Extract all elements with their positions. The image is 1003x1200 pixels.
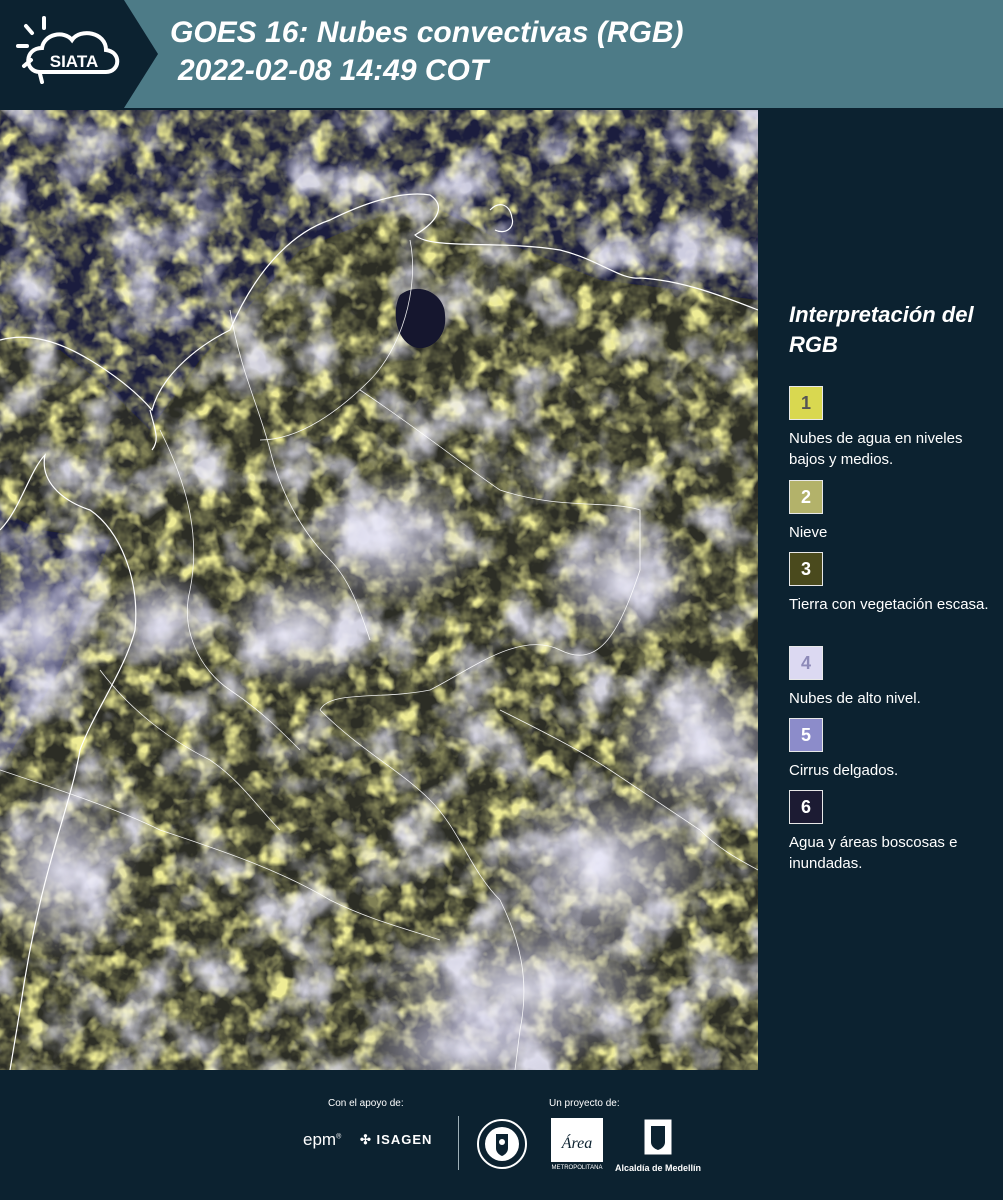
satellite-image <box>0 110 758 1070</box>
legend-swatch-3: 3 <box>789 552 823 586</box>
legend-swatch-2: 2 <box>789 480 823 514</box>
legend-swatch-4: 4 <box>789 646 823 680</box>
legend-item-3: 3 Tierra con vegetación escasa. <box>789 552 999 615</box>
satellite-map-svg <box>0 110 758 1070</box>
legend-swatch-1: 1 <box>789 386 823 420</box>
alcaldia-logo: Alcaldía de Medellín <box>612 1118 704 1173</box>
svg-text:Área: Área <box>561 1133 593 1152</box>
support-caption: Con el apoyo de: <box>328 1098 404 1109</box>
legend-label-6: Agua y áreas boscosas e inundadas. <box>789 834 958 872</box>
legend-panel: Interpretación del RGB 1 Nubes de agua e… <box>772 110 1003 1070</box>
legend-item-1: 1 Nubes de agua en niveles bajos y medio… <box>789 386 999 470</box>
legend-item-4: 4 Nubes de alto nivel. <box>789 646 999 709</box>
page-title: GOES 16: Nubes convectivas (RGB) <box>170 16 684 49</box>
legend-swatch-5: 5 <box>789 718 823 752</box>
footer-bar: Con el apoyo de: Un proyecto de: epm® ✣ … <box>0 1070 1003 1200</box>
legend-label-2: Nieve <box>789 524 828 541</box>
page-timestamp: 2022-02-08 14:49 COT <box>178 54 489 87</box>
epm-logo: epm® <box>303 1130 342 1149</box>
siata-logo-icon: SIATA <box>16 16 120 84</box>
legend-item-2: 2 Nieve <box>789 480 999 543</box>
legend-item-6: 6 Agua y áreas boscosas e inundadas. <box>789 790 999 874</box>
legend-label-4: Nubes de alto nivel. <box>789 690 921 707</box>
legend-title: Interpretación del RGB <box>789 302 974 357</box>
legend-item-5: 5 Cirrus delgados. <box>789 718 999 781</box>
svg-text:SIATA: SIATA <box>50 52 98 71</box>
alcaldia-shield-icon <box>644 1119 672 1155</box>
legend-swatch-6: 6 <box>789 790 823 824</box>
footer-divider <box>458 1116 459 1170</box>
svg-text:METROPOLITANA: METROPOLITANA <box>552 1165 603 1171</box>
legend-label-5: Cirrus delgados. <box>789 762 899 779</box>
isagen-icon: ✣ <box>360 1132 372 1147</box>
alcaldia-text: Alcaldía de Medellín <box>614 1163 702 1173</box>
siata-logo: SIATA <box>0 0 158 108</box>
legend-label-3: Tierra con vegetación escasa. <box>789 596 989 613</box>
area-metropolitana-logo: Área METROPOLITANA <box>551 1118 603 1171</box>
header-bar: SIATA GOES 16: Nubes convectivas (RGB) 2… <box>0 0 1003 108</box>
isagen-logo: ✣ ISAGEN <box>360 1132 433 1147</box>
medellin-seal-icon <box>477 1119 527 1169</box>
legend-label-1: Nubes de agua en niveles bajos y medios. <box>789 430 963 468</box>
project-caption: Un proyecto de: <box>549 1098 620 1109</box>
